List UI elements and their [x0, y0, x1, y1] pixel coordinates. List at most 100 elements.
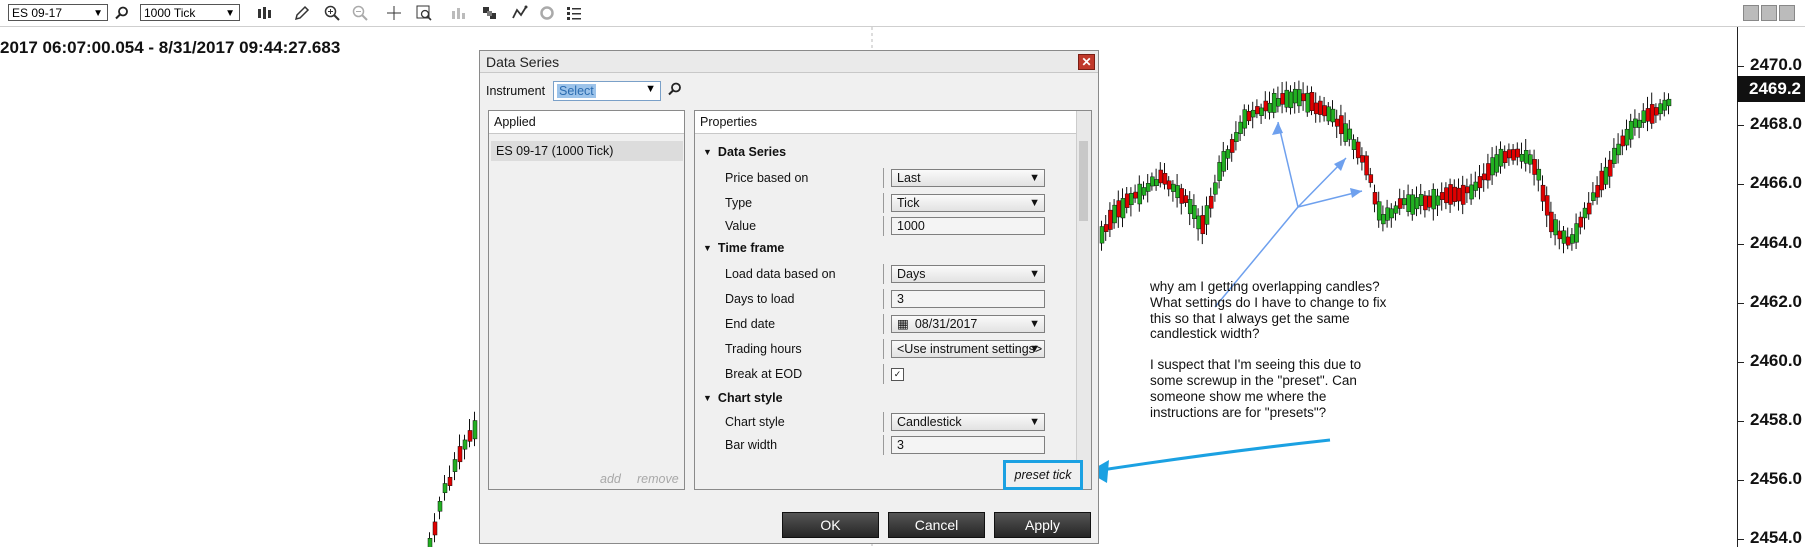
close-icon[interactable]: ✕	[1078, 54, 1095, 70]
row-bar-width: Bar width 3	[695, 435, 1077, 455]
candle-down	[1544, 195, 1550, 216]
search-icon[interactable]	[668, 82, 682, 101]
section-time-frame[interactable]: ▼ Time frame	[703, 238, 784, 258]
candle-down	[1586, 202, 1592, 215]
price-axis[interactable]: 2470.0 2468.0 2466.0 2464.0 2462.0 2460.…	[1737, 27, 1805, 547]
section-chart-style[interactable]: ▼ Chart style	[703, 388, 783, 408]
row-value: Value 1000	[695, 216, 1077, 236]
apply-button[interactable]: Apply	[994, 512, 1091, 538]
row-type: Type Tick ▼	[695, 193, 1077, 213]
close-window-button[interactable]	[1779, 5, 1795, 21]
candle-down	[1339, 115, 1344, 135]
price-based-on-dropdown[interactable]: Last ▼	[891, 169, 1045, 187]
dialog-title[interactable]: Data Series	[480, 51, 1098, 73]
properties-icon[interactable]	[480, 3, 500, 23]
candle-down	[1599, 170, 1605, 191]
section-label: Chart style	[717, 391, 783, 405]
break-at-eod-checkbox[interactable]: ✓	[891, 368, 904, 381]
candle-down	[1607, 159, 1613, 177]
dropdown-value: Days	[897, 267, 926, 281]
add-button[interactable]: add	[600, 472, 621, 486]
crosshair-icon[interactable]	[384, 3, 404, 23]
row-price-based-on: Price based on Last ▼	[695, 168, 1077, 188]
maximize-window-button[interactable]	[1761, 5, 1777, 21]
candle-up	[1343, 123, 1348, 142]
candle-down	[467, 430, 473, 442]
axis-label-2454: 2454.0	[1750, 528, 1802, 547]
candle-down	[1255, 106, 1260, 115]
remove-button[interactable]: remove	[637, 472, 679, 486]
indicator-icon[interactable]	[510, 3, 530, 23]
search-icon[interactable]	[112, 3, 132, 23]
scrollbar-thumb[interactable]	[1079, 141, 1088, 221]
ok-button[interactable]: OK	[782, 512, 879, 538]
candle-up	[1292, 88, 1298, 104]
row-label: Chart style	[725, 415, 785, 429]
days-to-load-input[interactable]: 3	[891, 290, 1045, 308]
refresh-icon[interactable]	[537, 3, 557, 23]
candle-up	[1582, 207, 1588, 219]
candle-up	[1381, 214, 1386, 225]
candle-up	[1099, 226, 1105, 244]
instrument-selector[interactable]: ES 09-17 ▼	[8, 4, 108, 21]
candle-down	[1200, 215, 1206, 235]
applied-item[interactable]: ES 09-17 (1000 Tick)	[491, 141, 683, 161]
type-dropdown[interactable]: Tick ▼	[891, 194, 1045, 212]
axis-label-2456: 2456.0	[1750, 469, 1802, 488]
pencil-icon[interactable]	[292, 3, 312, 23]
candle-up	[1225, 149, 1231, 159]
end-date-picker[interactable]: ▦ 08/31/2017 ▼	[891, 315, 1045, 333]
row-days-to-load: Days to load 3	[695, 289, 1077, 309]
candle-up	[427, 538, 433, 547]
candle-down	[1460, 184, 1466, 205]
candle-up	[1234, 132, 1239, 142]
interval-selector[interactable]: 1000 Tick ▼	[140, 4, 240, 21]
load-data-based-on-dropdown[interactable]: Days ▼	[891, 265, 1045, 283]
candle-up	[1137, 183, 1143, 205]
candle-up	[437, 501, 443, 512]
candle-up	[1326, 106, 1332, 122]
candle-up	[1570, 234, 1575, 244]
chart-toolbar: ES 09-17 ▼ 1000 Tick ▼	[0, 0, 1805, 27]
cancel-button[interactable]: Cancel	[888, 512, 985, 538]
candle-up	[1297, 89, 1302, 107]
axis-tick	[1738, 480, 1744, 481]
value-input[interactable]: 1000	[891, 217, 1045, 235]
candle-up	[1637, 119, 1642, 128]
instrument-dropdown-text: Select	[557, 84, 596, 98]
candle-up	[1187, 199, 1193, 215]
instrument-dropdown[interactable]: Select ▼	[553, 81, 661, 101]
axis-tick	[1738, 66, 1744, 67]
axis-label-2458: 2458.0	[1750, 410, 1802, 429]
candle-down	[1507, 149, 1512, 159]
chevron-down-icon: ▼	[1029, 416, 1040, 428]
candle-down	[1208, 195, 1214, 209]
candle-down	[1246, 111, 1252, 122]
candle-up	[442, 483, 448, 494]
zoom-in-icon[interactable]	[322, 3, 342, 23]
properties-scrollbar[interactable]	[1076, 111, 1091, 489]
data-box-icon[interactable]	[414, 3, 434, 23]
axis-tick	[1738, 421, 1744, 422]
candle-down	[1229, 139, 1235, 153]
preset-button[interactable]: preset tick	[1003, 460, 1083, 490]
bar-chart-icon[interactable]	[254, 3, 274, 23]
candle-down	[1116, 200, 1122, 218]
list-icon[interactable]	[564, 3, 584, 23]
section-data-series[interactable]: ▼ Data Series	[703, 142, 786, 162]
candle-up	[1141, 187, 1147, 196]
strategy-icon[interactable]	[448, 3, 468, 23]
chevron-down-icon: ▼	[93, 8, 103, 19]
bar-width-input[interactable]: 3	[891, 436, 1045, 454]
candle-down	[1360, 155, 1365, 163]
axis-tick	[1738, 184, 1744, 185]
data-series-dialog: Data Series ✕ Instrument Select ▼ Applie…	[479, 50, 1099, 544]
trading-hours-dropdown[interactable]: <Use instrument settings> ▼	[891, 340, 1045, 358]
zoom-out-icon[interactable]	[350, 3, 370, 23]
minimize-window-button[interactable]	[1743, 5, 1759, 21]
candle-down	[1183, 195, 1189, 203]
chart-style-dropdown[interactable]: Candlestick ▼	[891, 413, 1045, 431]
candle-down	[1158, 169, 1164, 184]
candle-up	[1658, 103, 1663, 115]
candle-down	[1532, 159, 1537, 175]
